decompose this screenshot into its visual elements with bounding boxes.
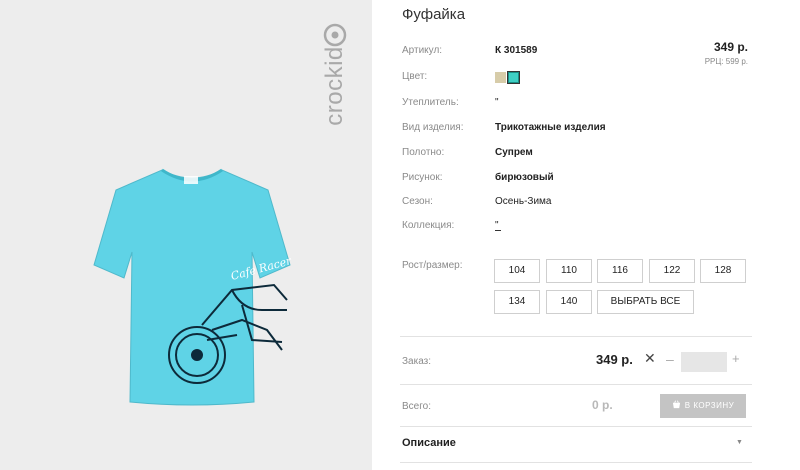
size-button-134[interactable]: 134 bbox=[494, 290, 540, 314]
attr-label: Артикул: bbox=[402, 45, 443, 56]
brand-logo-icon bbox=[323, 23, 347, 47]
collection-dash bbox=[495, 230, 501, 231]
product-price: 349 р. bbox=[713, 40, 748, 54]
cart-button-label: В КОРЗИНУ bbox=[684, 401, 735, 410]
quantity-plus-button[interactable]: + bbox=[732, 351, 740, 366]
attr-label: Цвет: bbox=[402, 71, 428, 82]
size-button-110[interactable]: 110 bbox=[546, 259, 592, 283]
divider bbox=[400, 384, 752, 385]
description-toggle[interactable]: Описание bbox=[402, 437, 456, 449]
size-label: Рост/размер: bbox=[402, 260, 463, 271]
size-button-104[interactable]: 104 bbox=[494, 259, 540, 283]
order-label: Заказ: bbox=[402, 356, 432, 367]
attr-label: Полотно: bbox=[402, 147, 445, 158]
order-price: 349 р. bbox=[596, 352, 633, 367]
quantity-input[interactable] bbox=[681, 352, 727, 372]
attr-label: Рисунок: bbox=[402, 172, 443, 183]
quantity-minus-button[interactable]: – bbox=[666, 351, 674, 367]
divider bbox=[400, 426, 752, 427]
divider bbox=[400, 336, 752, 337]
tshirt-image: Cafe Racer bbox=[93, 168, 292, 406]
attr-label: Сезон: bbox=[402, 196, 433, 207]
add-to-cart-button[interactable]: В КОРЗИНУ bbox=[660, 394, 746, 418]
attr-label: Утеплитель: bbox=[402, 97, 459, 108]
product-rrp: РРЦ: 599 р. bbox=[704, 57, 748, 66]
size-button-140[interactable]: 140 bbox=[546, 290, 592, 314]
product-info: Фуфайка 349 р. РРЦ: 599 р. Артикул: К 30… bbox=[400, 0, 752, 470]
remove-order-icon[interactable]: ✕ bbox=[644, 350, 656, 367]
divider bbox=[400, 462, 752, 463]
chevron-down-icon[interactable]: ▼ bbox=[736, 439, 743, 446]
size-button-128[interactable]: 128 bbox=[700, 259, 746, 283]
attr-label: Вид изделия: bbox=[402, 122, 464, 133]
total-label: Всего: bbox=[402, 401, 431, 412]
product-title: Фуфайка bbox=[402, 6, 466, 23]
cart-icon bbox=[672, 400, 680, 409]
product-photo[interactable]: crockid Cafe Racer bbox=[0, 0, 372, 470]
attr-value: бирюзовый bbox=[495, 172, 554, 183]
total-value: 0 р. bbox=[592, 398, 613, 412]
size-button-122[interactable]: 122 bbox=[649, 259, 695, 283]
size-button-116[interactable]: 116 bbox=[597, 259, 643, 283]
attr-value: Осень-Зима bbox=[495, 196, 552, 207]
brand-logo: crockid bbox=[321, 22, 348, 152]
attr-label: Коллекция: bbox=[402, 220, 455, 231]
select-all-sizes-button[interactable]: ВЫБРАТЬ ВСЕ bbox=[597, 290, 694, 314]
attr-value: К 301589 bbox=[495, 45, 538, 56]
attr-value: " bbox=[495, 97, 499, 108]
color-swatch-turquoise[interactable] bbox=[507, 71, 520, 84]
attr-value: Супрем bbox=[495, 147, 533, 158]
attr-value: Трикотажные изделия bbox=[495, 122, 606, 133]
color-swatch-beige[interactable] bbox=[495, 72, 506, 83]
